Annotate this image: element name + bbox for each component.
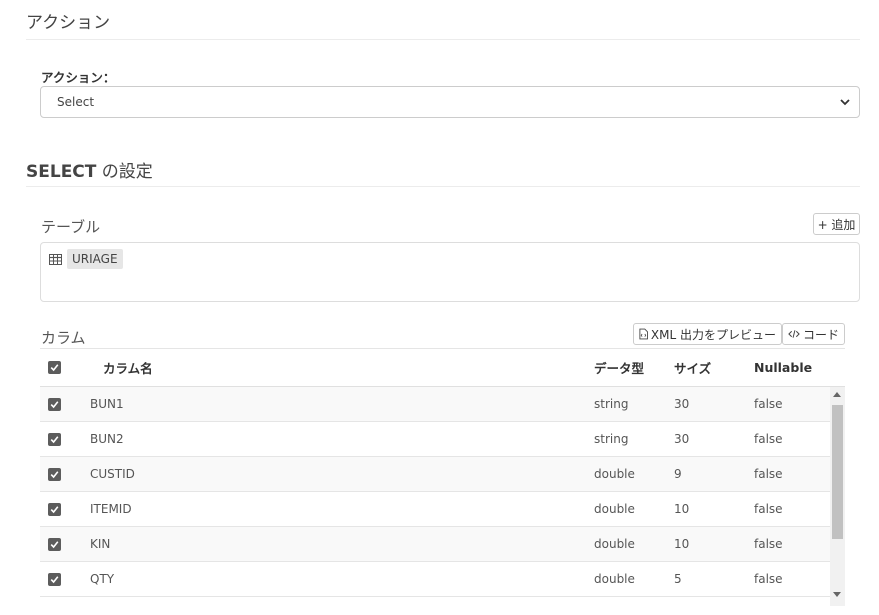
check-icon <box>50 400 59 408</box>
table-scrollbar[interactable] <box>830 387 845 606</box>
scrollbar-thumb[interactable] <box>832 405 843 539</box>
page-title: アクション <box>26 13 111 33</box>
tables-label: テーブル <box>41 218 101 236</box>
select-all-checkbox[interactable] <box>48 361 61 374</box>
code-button-label: コード <box>802 327 839 342</box>
row-checkbox[interactable] <box>48 537 61 551</box>
cell-nullable: false <box>754 572 783 586</box>
cell-size: 5 <box>674 572 682 586</box>
cell-nullable: false <box>754 502 783 516</box>
cell-size: 10 <box>674 502 690 516</box>
columns-table: カラム名 データ型 サイズ Nullable BUN1 string 30 fa… <box>40 348 845 606</box>
table-row[interactable]: BUN2 string 30 false <box>40 422 830 457</box>
header-data-type[interactable]: データ型 <box>594 349 644 386</box>
cell-data-type: string <box>594 397 629 411</box>
add-table-button[interactable]: + 追加 <box>813 213 860 235</box>
action-label: アクション： <box>41 70 116 85</box>
table-item[interactable]: URIAGE <box>49 249 123 269</box>
table-row[interactable]: QTY double 5 false <box>40 562 830 597</box>
header-column-name[interactable]: カラム名 <box>103 349 153 386</box>
check-icon <box>50 364 59 372</box>
table-row[interactable]: KIN double 10 false <box>40 527 830 562</box>
cell-data-type: string <box>594 432 629 446</box>
xml-preview-button[interactable]: XML 出力をプレビュー <box>633 323 782 345</box>
row-checkbox[interactable] <box>48 572 61 586</box>
table-list: URIAGE <box>40 242 860 302</box>
cell-column-name: CUSTID <box>90 467 135 481</box>
cell-data-type: double <box>594 502 635 516</box>
cell-size: 9 <box>674 467 682 481</box>
table-row[interactable]: ITEMID double 10 false <box>40 492 830 527</box>
check-icon <box>50 470 59 478</box>
chevron-down-icon <box>840 99 850 106</box>
xml-preview-label: XML 出力をプレビュー <box>650 327 776 342</box>
select-settings-title-rest: の設定 <box>96 162 153 182</box>
cell-column-name: KIN <box>90 537 111 551</box>
select-settings-title-bold: SELECT <box>26 162 97 182</box>
action-select-value: Select <box>57 95 95 109</box>
cell-nullable: false <box>754 397 783 411</box>
file-code-icon <box>639 328 648 340</box>
cell-data-type: double <box>594 537 635 551</box>
table-icon <box>49 253 62 265</box>
cell-nullable: false <box>754 537 783 551</box>
cell-column-name: QTY <box>90 572 115 586</box>
table-row[interactable]: CUSTID double 9 false <box>40 457 830 492</box>
action-select[interactable]: Select <box>40 86 860 118</box>
header-nullable[interactable]: Nullable <box>754 349 812 386</box>
cell-nullable: false <box>754 467 783 481</box>
code-button[interactable]: コード <box>782 323 845 345</box>
scroll-down-arrow-icon[interactable] <box>833 592 841 597</box>
check-icon <box>50 505 59 513</box>
cell-data-type: double <box>594 467 635 481</box>
cell-column-name: ITEMID <box>90 502 132 516</box>
cell-size: 10 <box>674 537 690 551</box>
row-checkbox[interactable] <box>48 432 61 446</box>
cell-column-name: BUN1 <box>90 397 124 411</box>
check-icon <box>50 575 59 583</box>
row-checkbox[interactable] <box>48 502 61 516</box>
cell-nullable: false <box>754 432 783 446</box>
cell-column-name: BUN2 <box>90 432 124 446</box>
row-checkbox[interactable] <box>48 467 61 481</box>
table-header: カラム名 データ型 サイズ Nullable <box>40 349 845 387</box>
check-icon <box>50 540 59 548</box>
select-settings-title: SELECT の設定 <box>26 157 153 182</box>
code-icon <box>788 330 800 338</box>
cell-size: 30 <box>674 432 690 446</box>
cell-data-type: double <box>594 572 635 586</box>
table-item-label: URIAGE <box>67 249 123 269</box>
check-icon <box>50 435 59 443</box>
row-checkbox[interactable] <box>48 397 61 411</box>
title-divider <box>26 39 860 40</box>
scroll-up-arrow-icon[interactable] <box>833 392 841 397</box>
table-row[interactable]: BUN1 string 30 false <box>40 387 830 422</box>
columns-label: カラム <box>41 329 86 347</box>
settings-divider <box>26 186 860 187</box>
cell-size: 30 <box>674 397 690 411</box>
header-size[interactable]: サイズ <box>674 349 711 386</box>
